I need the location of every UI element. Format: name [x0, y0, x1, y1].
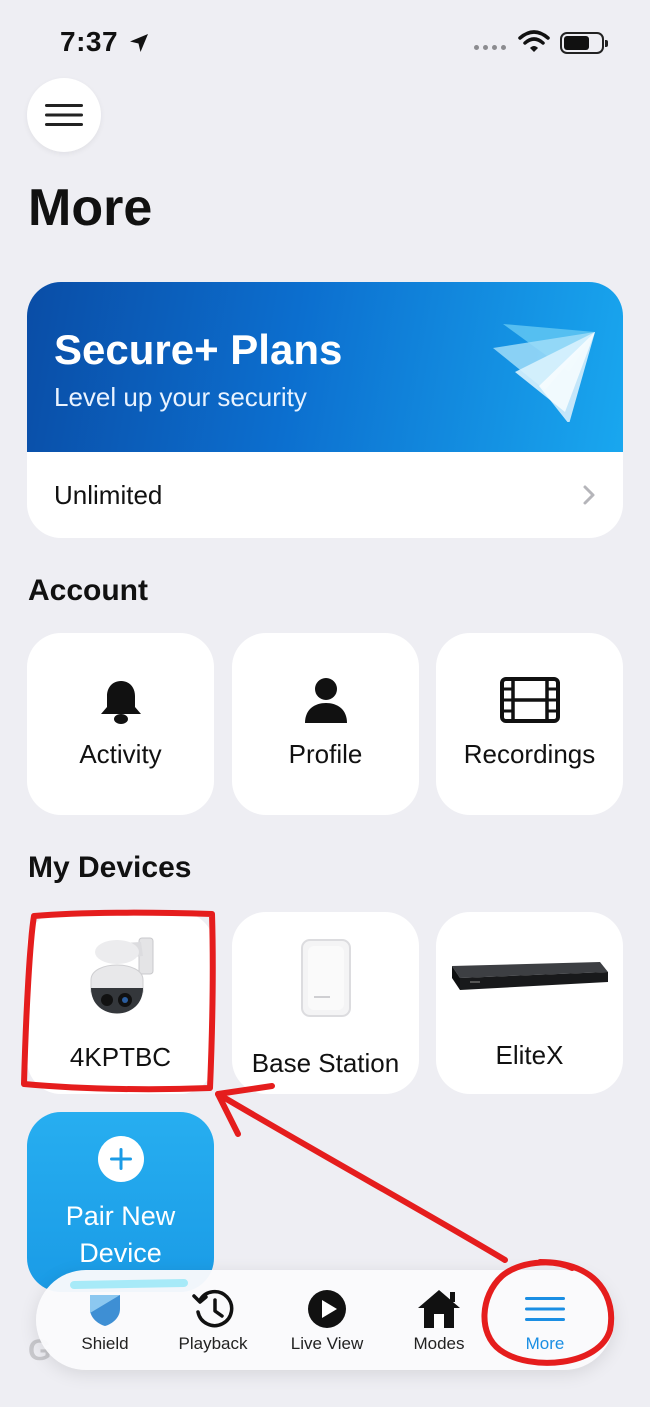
tab-more[interactable]: More [490, 1270, 600, 1370]
tab-live-view[interactable]: Live View [272, 1270, 382, 1370]
hamburger-menu-button[interactable] [27, 78, 101, 152]
plan-title: Secure+ Plans [54, 326, 343, 373]
location-arrow-icon [130, 34, 148, 52]
tab-label-more: More [525, 1334, 565, 1353]
page-title: More [28, 179, 153, 237]
status-time: 7:37 [60, 26, 119, 57]
signal-dots-icon [474, 45, 506, 50]
annotation-arrow-shaft [215, 1091, 508, 1263]
history-clock-icon [192, 1289, 234, 1328]
person-icon [304, 678, 347, 723]
plus-icon [98, 1136, 144, 1182]
pair-new-device-button[interactable]: Pair New Device [27, 1112, 214, 1292]
chevron-right-icon [583, 485, 595, 505]
bell-icon [100, 681, 141, 724]
house-icon [418, 1290, 460, 1328]
menu-lines-icon [525, 1297, 565, 1321]
tile-recordings[interactable]: Recordings [436, 633, 623, 815]
device-tile-base-station[interactable]: Base Station [232, 912, 419, 1094]
plan-banner[interactable]: Secure+ Plans Level up your security [27, 282, 623, 452]
tile-label-profile: Profile [288, 739, 363, 769]
tab-label-shield: Shield [81, 1334, 129, 1353]
device-label-elitex: EliteX [495, 1040, 564, 1070]
plan-row-label: Unlimited [54, 479, 163, 510]
nvr-recorder-image [451, 962, 608, 990]
film-icon [499, 677, 560, 723]
plan-subtitle: Level up your security [54, 382, 307, 412]
secure-plans-card[interactable]: Secure+ Plans Level up your security Unl… [27, 282, 623, 538]
shield-icon [90, 1295, 120, 1326]
tab-playback[interactable]: Playback [158, 1270, 268, 1370]
tab-modes[interactable]: Modes [384, 1270, 494, 1370]
pair-new-device-label: Pair New Device [65, 1201, 176, 1268]
device-tile-4kptbc[interactable]: 4KPTBC [27, 912, 214, 1094]
plan-unlimited-row[interactable]: Unlimited [27, 452, 623, 538]
play-circle-icon [308, 1290, 346, 1328]
tab-label-live-view: Live View [290, 1334, 364, 1353]
tile-label-activity: Activity [79, 739, 162, 769]
tile-profile[interactable]: Profile [232, 633, 419, 815]
device-tile-elitex[interactable]: EliteX [436, 912, 623, 1094]
hamburger-icon [45, 104, 83, 126]
device-label-4kptbc: 4KPTBC [69, 1042, 172, 1072]
battery-icon [560, 32, 608, 54]
device-label-base-station: Base Station [251, 1048, 400, 1078]
bottom-tab-bar: Shield Playback Live View Modes More [36, 1270, 614, 1370]
brand-wing-logo-icon [493, 324, 595, 422]
tile-label-recordings: Recordings [463, 739, 596, 769]
account-section-title: Account [28, 574, 148, 607]
tab-shield[interactable]: Shield [50, 1270, 160, 1370]
base-station-image [300, 939, 351, 1017]
wifi-icon [518, 30, 550, 52]
devices-section-title: My Devices [28, 851, 192, 884]
tile-activity[interactable]: Activity [27, 633, 214, 815]
tab-label-modes: Modes [413, 1334, 465, 1353]
ptz-camera-image [90, 937, 153, 1014]
tab-label-playback: Playback [178, 1334, 248, 1353]
